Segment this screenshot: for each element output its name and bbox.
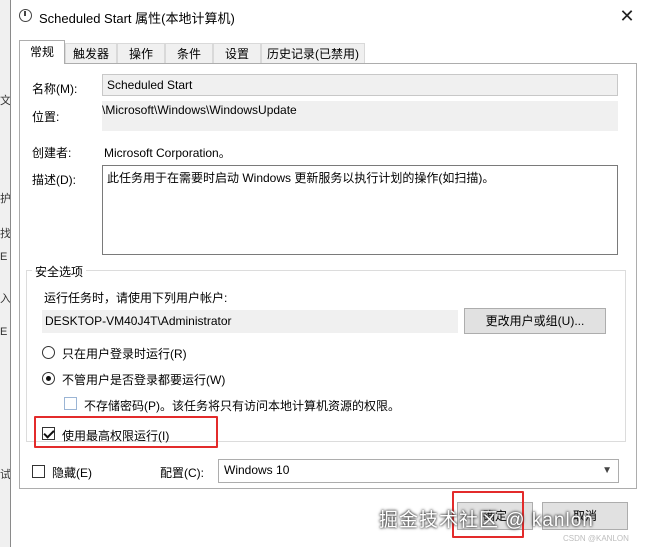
watermark-small: CSDN @KANLON	[563, 534, 629, 543]
description-textarea[interactable]: 此任务用于在需要时启动 Windows 更新服务以执行计划的操作(如扫描)。	[102, 165, 618, 255]
user-account-field: DESKTOP-VM40J4T\Administrator	[42, 310, 458, 333]
configure-select[interactable]: Windows 10 ▼	[218, 459, 619, 483]
change-user-button[interactable]: 更改用户或组(U)...	[464, 308, 606, 334]
hidden-label[interactable]: 隐藏(E)	[52, 464, 92, 481]
radio-run-whether-logged-on-label[interactable]: 不管用户是否登录都要运行(W)	[62, 371, 225, 388]
radio-run-when-logged-on-label[interactable]: 只在用户登录时运行(R)	[62, 345, 187, 362]
radio-run-whether-logged-on[interactable]	[42, 372, 55, 385]
author-label: 创建者:	[32, 146, 72, 160]
security-options-title: 安全选项	[32, 263, 87, 280]
configure-select-value: Windows 10	[224, 463, 290, 477]
watermark-text: 掘金技术社区 @ kanlon	[379, 510, 594, 531]
hidden-checkbox[interactable]	[32, 465, 45, 478]
name-field[interactable]: Scheduled Start	[102, 74, 618, 96]
tab-settings[interactable]: 设置	[213, 43, 261, 63]
configure-label: 配置(C):	[160, 466, 204, 480]
radio-run-when-logged-on[interactable]	[42, 346, 55, 359]
location-field[interactable]: \Microsoft\Windows\WindowsUpdate	[102, 101, 618, 131]
properties-dialog: Scheduled Start 属性(本地计算机) ✕ 常规 触发器 操作 条件…	[10, 0, 646, 547]
no-store-password-label[interactable]: 不存储密码(P)。该任务将只有访问本地计算机资源的权限。	[84, 397, 400, 414]
general-tab-panel: 名称(M): Scheduled Start 位置: \Microsoft\Wi…	[19, 63, 637, 489]
run-as-prompt: 运行任务时，请使用下列用户帐户:	[44, 291, 228, 305]
chevron-down-icon: ▼	[602, 465, 612, 476]
name-label: 名称(M):	[32, 82, 78, 96]
highlight-box-highest-privileges	[34, 416, 218, 448]
tab-actions[interactable]: 操作	[117, 43, 165, 63]
description-label: 描述(D):	[32, 173, 76, 187]
author-value: Microsoft Corporation。	[104, 146, 231, 160]
clock-icon	[19, 9, 32, 22]
tab-conditions[interactable]: 条件	[165, 43, 213, 63]
tab-history[interactable]: 历史记录(已禁用)	[261, 43, 365, 63]
window-title: Scheduled Start 属性(本地计算机)	[39, 11, 235, 26]
tab-triggers[interactable]: 触发器	[65, 43, 117, 63]
no-store-password-checkbox[interactable]	[64, 397, 77, 410]
close-button[interactable]: ✕	[607, 0, 646, 32]
title-bar[interactable]: Scheduled Start 属性(本地计算机) ✕	[11, 0, 646, 32]
location-label: 位置:	[32, 110, 60, 124]
tab-general[interactable]: 常规	[19, 40, 65, 64]
